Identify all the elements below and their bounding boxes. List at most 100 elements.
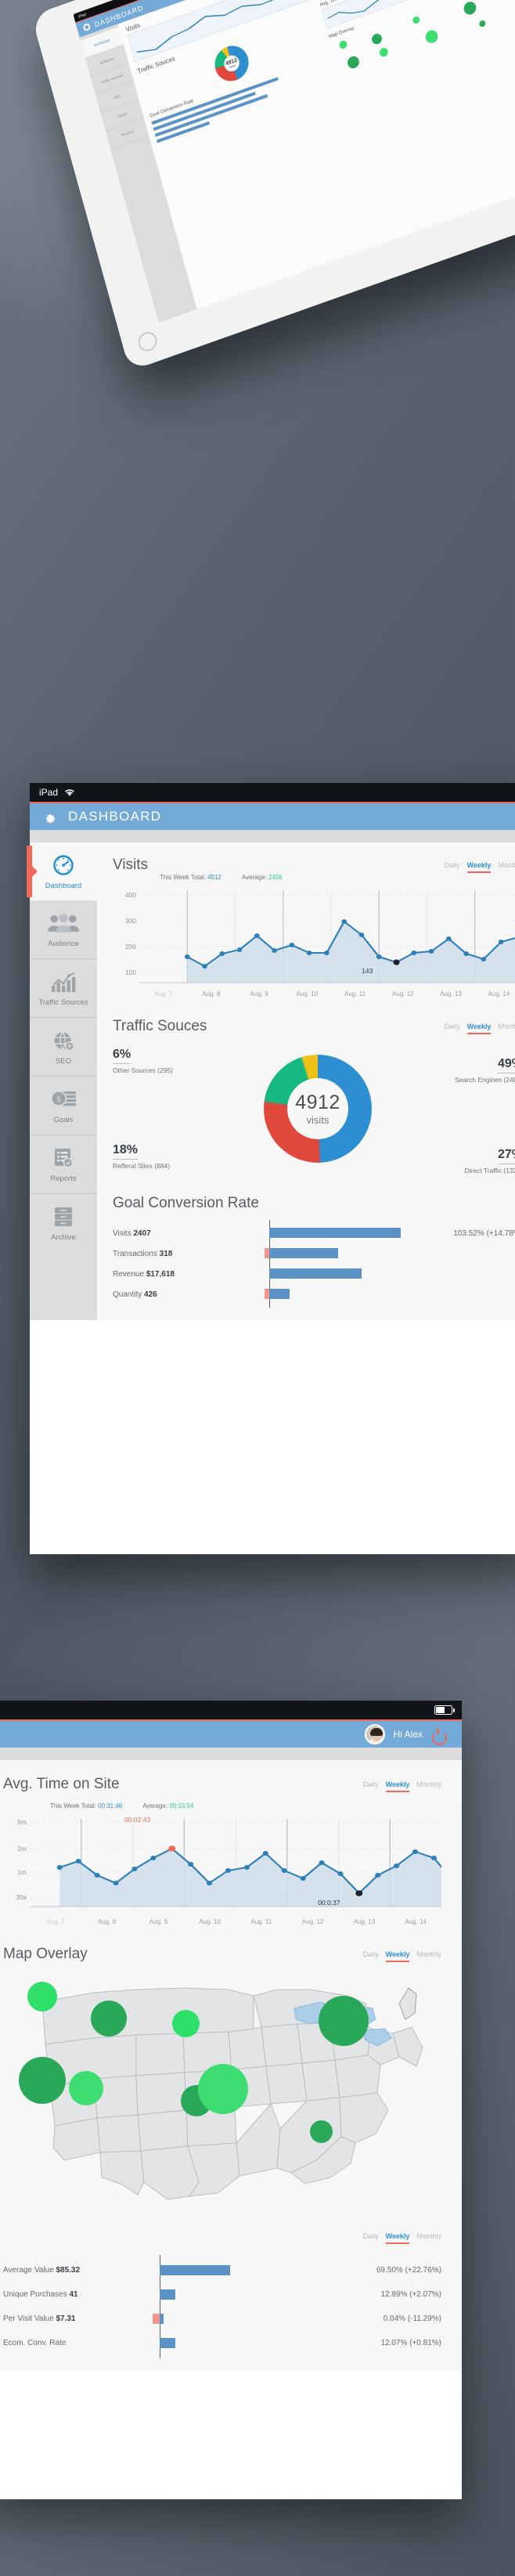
legend-percent: 6%	[113, 1048, 131, 1064]
sub-bar	[30, 830, 515, 842]
sidebar-item-label: SEO	[55, 1057, 72, 1066]
visits-chart: 400 300 200 100 143 Aug. 7 Aug. 8 Aug. 9…	[113, 890, 515, 998]
row-value: $7.31	[56, 2314, 76, 2323]
toggle-monthly[interactable]: Monthly	[416, 1780, 441, 1792]
range-toggle-traffic: Daily Weekly Monthly	[445, 1018, 515, 1034]
toggle-weekly[interactable]: Weekly	[466, 861, 492, 873]
time-low-callout: 00:0:37	[318, 1899, 340, 1907]
map-bubble	[171, 2010, 200, 2037]
toggle-daily[interactable]: Daily	[363, 2232, 379, 2244]
row-percent: 0.04% (-11.29%)	[383, 2314, 441, 2323]
x-tick: Aug. 9	[149, 1918, 167, 1925]
y-tick: 2m	[17, 1845, 27, 1853]
toggle-weekly[interactable]: Weekly	[385, 1780, 410, 1792]
sidebar-item-reports[interactable]: Reports	[30, 1135, 97, 1194]
traffic-sources-card: Traffic Souces Daily Weekly Monthly 6% O…	[113, 1018, 515, 1174]
visits-total-value: 4912	[207, 874, 221, 881]
row-percent: 12.89% (+2.07%)	[380, 2290, 441, 2299]
y-tick: 100	[124, 969, 136, 976]
row-percent: 103.52% (+14.78%)	[453, 1228, 515, 1238]
avg-time-plot: 00:02:43 00:0:37	[30, 1816, 441, 1916]
toggle-monthly[interactable]: Monthly	[416, 2232, 441, 2244]
sidebar-item-label: Reports	[50, 1174, 77, 1183]
card-title: Map Overlay	[3, 1946, 88, 1962]
globe-icon	[33, 1029, 94, 1052]
visits-plot: 143	[139, 890, 515, 988]
time-annotations: This Week Total: 00:31:48 Average: 00:15…	[30, 1802, 441, 1809]
toggle-daily[interactable]: Daily	[445, 861, 460, 873]
sidebar-item-dashboard[interactable]: Dashboard	[27, 842, 97, 900]
avg-time-chart: 5m 2m 1m 30s 00:02:43 00:0:37 Aug. 7 Aug…	[3, 1816, 441, 1925]
table-row: Quantity 426	[113, 1281, 515, 1308]
map-bubble	[18, 2057, 66, 2104]
dashboard-device-bottom: Hi Alex Avg. Time on Site Daily Weekly M…	[0, 1701, 462, 2499]
toggle-daily[interactable]: Daily	[363, 1780, 379, 1792]
row-percent: 69.50% (+22.76%)	[376, 2266, 441, 2275]
ecommerce-summary-card: Daily Weekly Monthly Average Value $85.3…	[3, 2228, 441, 2358]
power-icon[interactable]	[431, 1727, 445, 1741]
map-bubble	[319, 1996, 369, 2046]
row-label: Average Value	[3, 2266, 54, 2275]
sidebar-item-label: Goals	[53, 1116, 74, 1124]
sidebar-item-label: Audience	[48, 940, 79, 948]
card-title: Avg. Time on Site	[3, 1776, 120, 1792]
goal-conversion-card: Goal Conversion Rate Visits 2407 103.52%…	[113, 1195, 515, 1308]
map-bubble	[310, 2120, 333, 2143]
toggle-daily[interactable]: Daily	[445, 1023, 460, 1034]
toggle-weekly[interactable]: Weekly	[385, 2232, 410, 2244]
time-total-value: 00:31:48	[98, 1802, 123, 1809]
row-value: $17,618	[146, 1269, 175, 1279]
legend-label: Search Engines (2407)	[455, 1076, 515, 1084]
table-row: Revenue $17,618	[113, 1261, 515, 1287]
card-title: Goal Conversion Rate	[113, 1195, 259, 1211]
wifi-icon	[65, 789, 74, 796]
row-value: $85.32	[56, 2266, 81, 2275]
visits-x-axis: Aug. 7 Aug. 8 Aug. 9 Aug. 10 Aug. 11 Aug…	[139, 990, 515, 998]
toggle-monthly[interactable]: Monthly	[498, 861, 515, 873]
legend-percent: 18%	[113, 1143, 139, 1160]
status-bar	[0, 1701, 462, 1719]
sidebar-item-label: Traffic Sources	[38, 998, 88, 1007]
y-tick: 1m	[17, 1868, 27, 1876]
y-tick: 400	[124, 891, 136, 899]
app-title: DASHBOARD	[68, 809, 162, 824]
speedometer-icon	[33, 853, 94, 877]
time-avg-label: Average:	[142, 1802, 168, 1809]
toggle-monthly[interactable]: Monthly	[416, 1950, 441, 1962]
visits-avg-value: 2456	[268, 874, 283, 881]
row-label: Ecom. Conv. Rate	[3, 2339, 67, 2347]
toggle-monthly[interactable]: Monthly	[498, 1023, 515, 1034]
avatar[interactable]	[364, 1724, 385, 1744]
sidebar-item-traffic-sources[interactable]: Traffic Sources	[30, 959, 97, 1018]
x-tick: Aug. 14	[405, 1918, 427, 1925]
table-row: Unique Purchases 41 12.89% (+2.07%)	[3, 2279, 441, 2310]
range-toggle-map: Daily Weekly Monthly	[363, 1946, 441, 1962]
x-tick: Aug. 13	[440, 990, 462, 998]
gear-icon[interactable]	[42, 810, 57, 824]
toggle-daily[interactable]: Daily	[363, 1950, 379, 1962]
sidebar-item-goals[interactable]: $ Goals	[30, 1077, 97, 1135]
traffic-donut-wrap: 6% Other Sources (295) 18% Refferal Site…	[113, 1043, 515, 1174]
x-tick: Aug. 8	[98, 1918, 117, 1925]
card-title: Visits	[113, 857, 149, 873]
legend-percent: 49%	[497, 1057, 515, 1073]
bar-chart-icon	[33, 970, 94, 994]
sidebar-item-archive[interactable]: Archive	[30, 1194, 97, 1252]
y-tick: 30s	[16, 1893, 27, 1901]
x-tick: Aug. 11	[250, 1918, 272, 1925]
dashboard-device-top: iPad DASHBOARD Dashboard Audience Traffi…	[27, 783, 515, 1554]
x-tick: Aug. 10	[296, 990, 319, 998]
y-tick: 300	[124, 917, 136, 925]
us-map[interactable]	[3, 1972, 441, 2207]
sidebar-item-audience[interactable]: Audience	[30, 900, 97, 959]
ecom-table: Average Value $85.32 69.50% (+22.76%) Un…	[3, 2255, 441, 2358]
y-tick: 200	[124, 943, 136, 951]
sidebar-item-seo[interactable]: SEO	[30, 1018, 97, 1077]
x-tick: Aug. 10	[199, 1918, 221, 1925]
hero-section: iPad DASHBOARD Dashboard Audience Traffi…	[0, 0, 515, 673]
toggle-weekly[interactable]: Weekly	[466, 1023, 492, 1034]
legend-referral-sites: 18% Refferal Sites (884)	[113, 1143, 213, 1170]
toggle-weekly[interactable]: Weekly	[385, 1950, 410, 1962]
x-tick: Aug. 9	[250, 990, 268, 998]
map-overlay-card: Map Overlay Daily Weekly Monthly	[3, 1946, 441, 2207]
